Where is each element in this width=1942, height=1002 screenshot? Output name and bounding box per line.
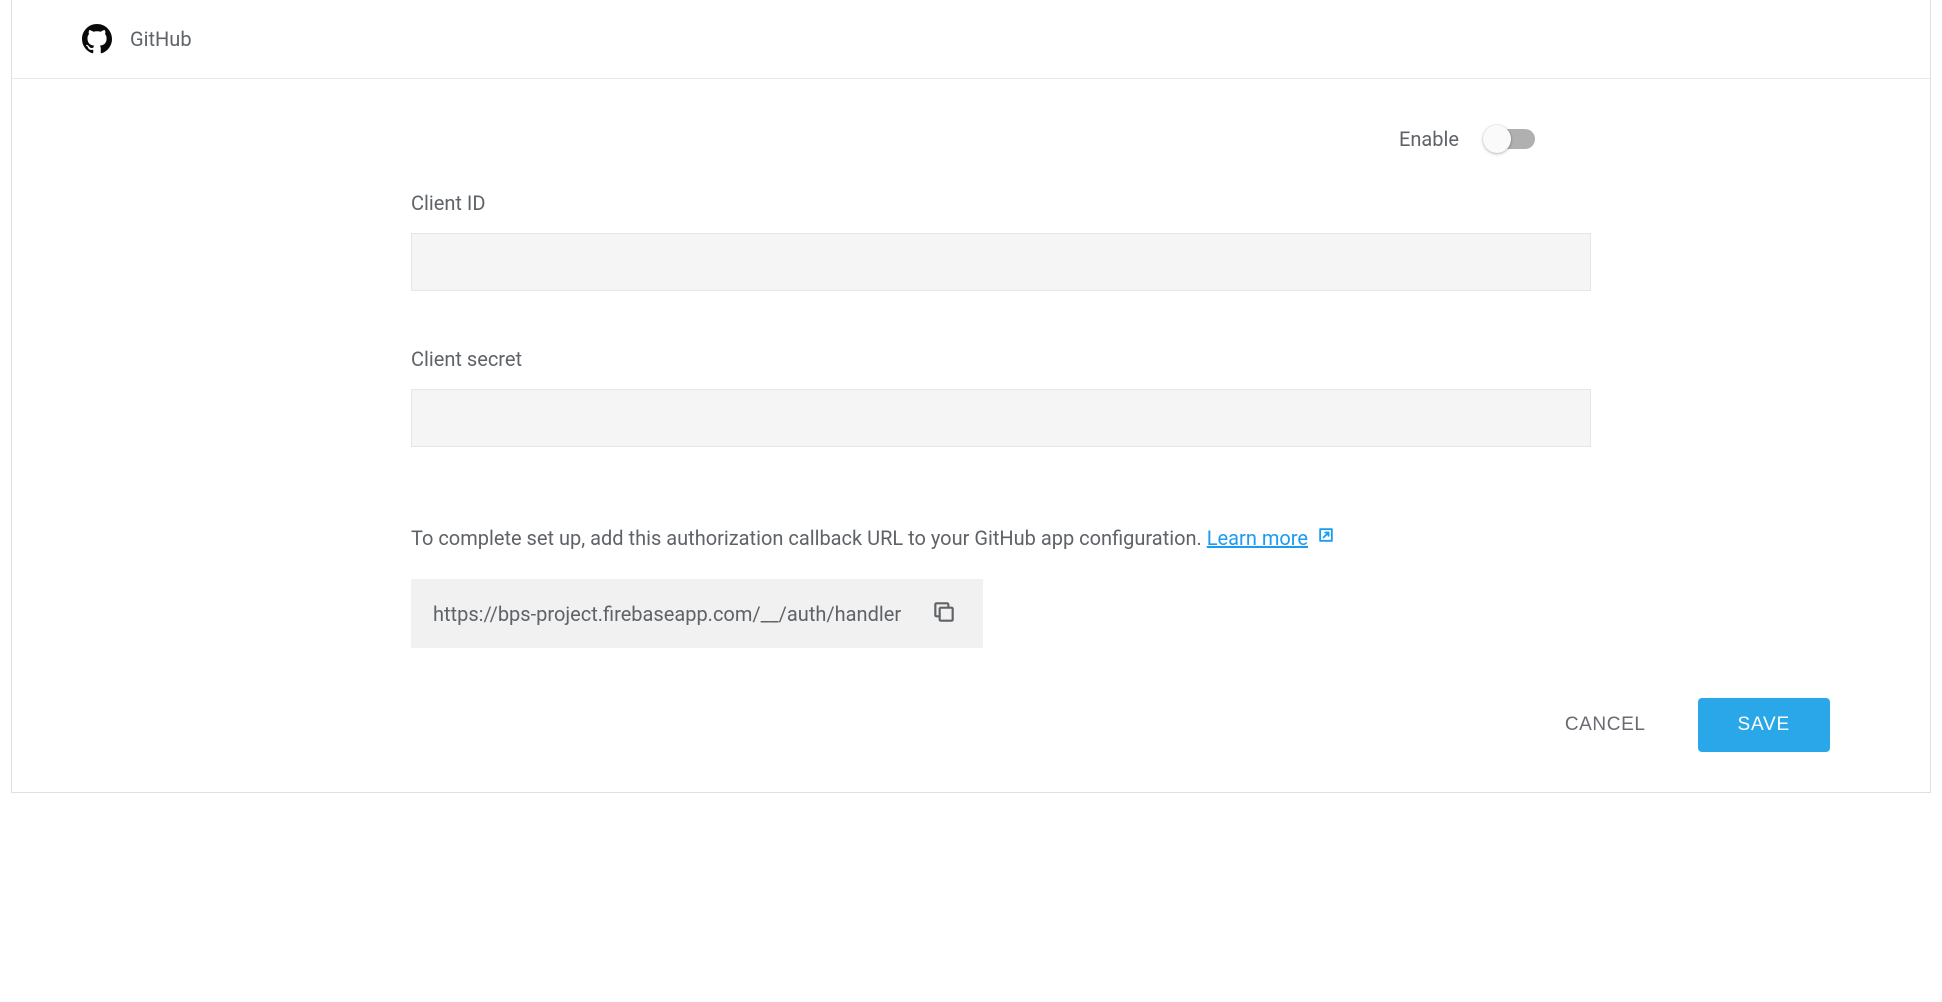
copy-url-button[interactable] xyxy=(927,595,961,632)
provider-name: GitHub xyxy=(130,27,192,51)
panel-actions: CANCEL SAVE xyxy=(72,698,1870,752)
toggle-knob xyxy=(1483,125,1511,153)
callback-help-text: To complete set up, add this authorizati… xyxy=(411,521,1591,555)
auth-provider-panel: GitHub Enable Client ID Client secret To… xyxy=(11,0,1931,793)
learn-more-label: Learn more xyxy=(1207,521,1308,555)
callback-url: https://bps-project.firebaseapp.com/__/a… xyxy=(433,602,901,626)
callback-help-text-content: To complete set up, add this authorizati… xyxy=(411,526,1207,550)
external-link-icon xyxy=(1316,521,1336,555)
client-secret-label: Client secret xyxy=(411,347,1591,371)
save-button[interactable]: SAVE xyxy=(1698,698,1830,752)
panel-header: GitHub xyxy=(12,0,1930,79)
enable-toggle[interactable] xyxy=(1487,129,1535,149)
enable-row: Enable xyxy=(72,127,1870,151)
client-id-label: Client ID xyxy=(411,191,1591,215)
learn-more-link[interactable]: Learn more xyxy=(1207,521,1336,555)
panel-body: Enable Client ID Client secret To comple… xyxy=(12,79,1930,792)
github-icon xyxy=(82,24,112,54)
cancel-button[interactable]: CANCEL xyxy=(1553,704,1658,746)
form-area: Client ID Client secret To complete set … xyxy=(351,191,1591,648)
enable-label: Enable xyxy=(1399,127,1459,151)
callback-url-box: https://bps-project.firebaseapp.com/__/a… xyxy=(411,579,983,648)
copy-icon xyxy=(931,599,957,628)
client-secret-input[interactable] xyxy=(411,389,1591,447)
client-id-input[interactable] xyxy=(411,233,1591,291)
